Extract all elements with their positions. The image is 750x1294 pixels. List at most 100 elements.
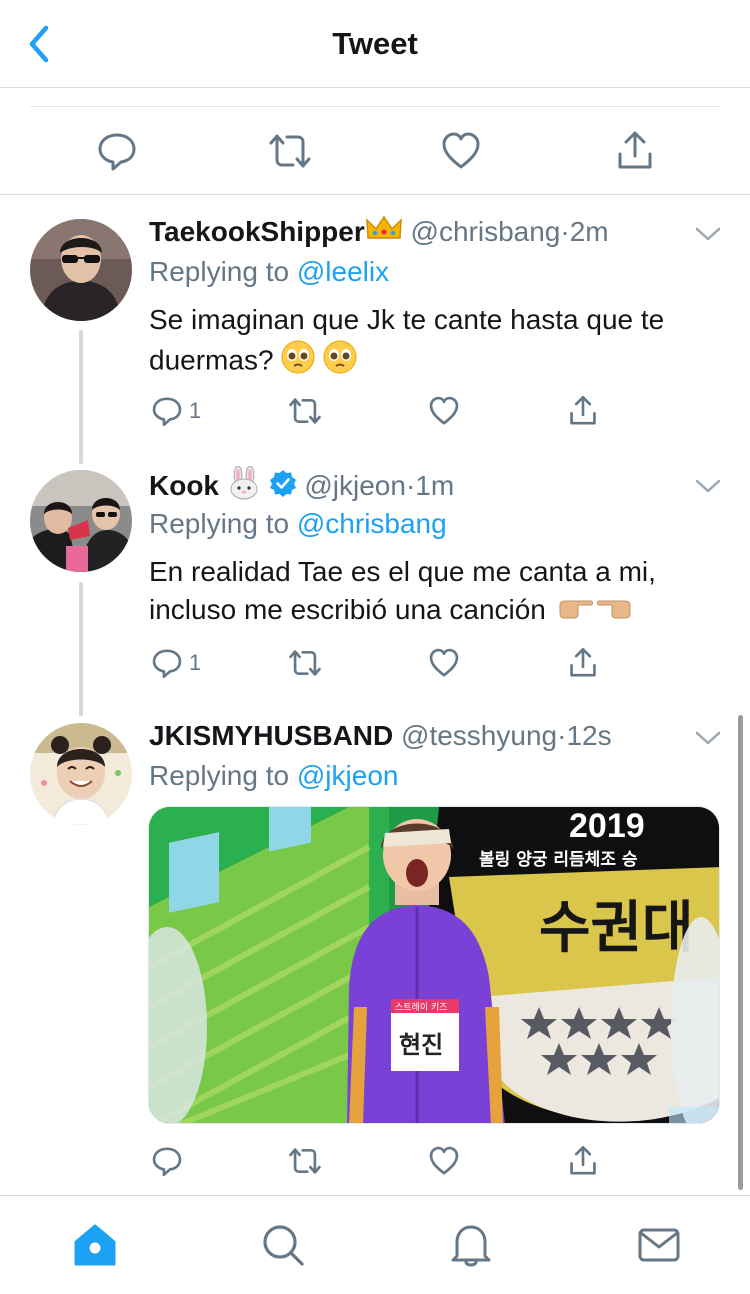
tab-home[interactable] <box>72 1222 118 1268</box>
mention-link[interactable]: @leelix <box>297 256 389 287</box>
share-icon <box>570 647 596 677</box>
user-handle[interactable]: @jkjeon <box>304 470 406 501</box>
retweet-icon <box>289 650 321 676</box>
share-button[interactable] <box>567 1143 599 1179</box>
like-button[interactable] <box>428 1143 460 1179</box>
display-name[interactable]: Kook <box>149 470 219 501</box>
tweet-header: Kook @jkjeon·1m <box>149 465 455 502</box>
display-name[interactable]: JKISMYHUSBAND <box>149 720 393 751</box>
tweet-text: En realidad Tae es el que me canta a mi,… <box>149 553 729 631</box>
separator-dot: · <box>405 469 416 501</box>
reply-button[interactable] <box>96 130 138 172</box>
rabbit-emoji <box>227 465 261 509</box>
chevron-down-icon[interactable] <box>694 728 722 748</box>
crown-emoji <box>365 214 403 253</box>
main-tweet-actions <box>0 106 750 195</box>
retweet-icon <box>289 1148 321 1174</box>
thread-line <box>79 330 83 464</box>
avatar[interactable] <box>30 219 132 321</box>
reply-icon <box>98 133 136 171</box>
user-handle[interactable]: @chrisbang <box>411 216 561 247</box>
like-button[interactable] <box>440 130 482 172</box>
tweet-actions <box>149 1143 709 1179</box>
home-icon <box>74 1224 116 1266</box>
chevron-down-icon[interactable] <box>694 224 722 244</box>
tab-messages[interactable] <box>636 1222 682 1268</box>
banner-text: 볼링 양궁 리듬체조 승 <box>479 850 638 870</box>
pointing-right-emoji <box>558 593 594 631</box>
page-title: Tweet <box>332 26 418 61</box>
reply-button[interactable]: 1 <box>151 645 201 681</box>
tweet-media-image[interactable]: 2019 볼링 양궁 리듬체조 승 수권대 스트레이 키즈 현진 <box>148 806 720 1124</box>
replying-to: Replying to @chrisbang <box>149 506 447 542</box>
tweet-actions: 1 <box>149 645 709 681</box>
thread-line <box>79 582 83 716</box>
like-icon <box>442 132 480 169</box>
share-button[interactable] <box>567 393 599 429</box>
user-handle[interactable]: @tesshyung <box>401 720 557 751</box>
tweet-text-line: incluso me escribió una canción <box>149 591 729 631</box>
replying-to: Replying to @jkjeon <box>149 758 398 794</box>
notifications-icon <box>451 1225 491 1267</box>
timestamp: 2m <box>569 216 609 247</box>
mention-link[interactable]: @chrisbang <box>297 508 447 539</box>
reply-icon <box>152 649 182 679</box>
divider <box>30 106 720 107</box>
retweet-button[interactable] <box>287 645 323 681</box>
avatar[interactable] <box>30 470 132 572</box>
pleading-face-emoji <box>322 339 358 385</box>
replying-label: Replying to <box>149 760 290 791</box>
tweet-text-line: duermas? <box>149 339 729 385</box>
tweet-text-line: En realidad Tae es el que me canta a mi, <box>149 556 656 587</box>
replying-label: Replying to <box>149 256 290 287</box>
search-icon <box>263 1225 304 1266</box>
like-button[interactable] <box>428 645 460 681</box>
messages-icon <box>638 1228 680 1262</box>
retweet-icon <box>289 398 321 424</box>
tweet-text: Se imaginan que Jk te cante hasta que te… <box>149 301 729 385</box>
share-button[interactable] <box>567 645 599 681</box>
like-button[interactable] <box>428 393 460 429</box>
separator-dot: · <box>560 216 570 247</box>
chevron-down-icon[interactable] <box>694 476 722 496</box>
retweet-button[interactable] <box>287 1143 323 1179</box>
share-icon <box>570 1145 596 1175</box>
like-icon <box>429 648 459 677</box>
mention-link[interactable]: @jkjeon <box>297 760 399 791</box>
share-icon <box>570 395 596 425</box>
pleading-face-emoji <box>280 339 316 385</box>
reply-icon <box>152 397 182 427</box>
reply-count: 1 <box>189 650 202 675</box>
replying-to: Replying to @leelix <box>149 254 389 290</box>
share-icon <box>618 131 652 169</box>
like-icon <box>429 396 459 425</box>
tab-notifications[interactable] <box>448 1222 494 1268</box>
like-icon <box>429 1146 459 1175</box>
tweet-header: JKISMYHUSBAND @tesshyung·12s <box>149 718 612 754</box>
share-button[interactable] <box>614 130 656 172</box>
tweet-text-line: Se imaginan que Jk te cante hasta que te <box>149 304 665 335</box>
header: Tweet <box>0 0 750 88</box>
retweet-icon <box>269 134 311 168</box>
reply-count: 1 <box>189 398 202 423</box>
banner-big-text: 수권대 <box>539 896 694 961</box>
reply-icon <box>152 1147 182 1177</box>
tab-search[interactable] <box>260 1222 306 1268</box>
replying-label: Replying to <box>149 508 290 539</box>
reply-button[interactable]: 1 <box>151 393 201 429</box>
timestamp: 12s <box>566 720 612 751</box>
tab-bar <box>0 1195 750 1294</box>
scrollbar[interactable] <box>738 715 743 1190</box>
name-tag: 현진 <box>399 1031 443 1059</box>
pointing-left-emoji <box>596 593 632 631</box>
tweet-header: TaekookShipper @chrisbang·2m <box>149 214 609 250</box>
tweet-actions: 1 <box>149 393 709 429</box>
banner-year: 2019 <box>569 807 645 845</box>
retweet-button[interactable] <box>287 393 323 429</box>
reply-button[interactable] <box>151 1143 183 1179</box>
display-name[interactable]: TaekookShipper <box>149 216 365 247</box>
retweet-button[interactable] <box>267 130 311 172</box>
name-tag-top: 스트레이 키즈 <box>395 1002 448 1013</box>
timestamp: 1m <box>415 469 455 501</box>
avatar[interactable] <box>30 723 132 825</box>
